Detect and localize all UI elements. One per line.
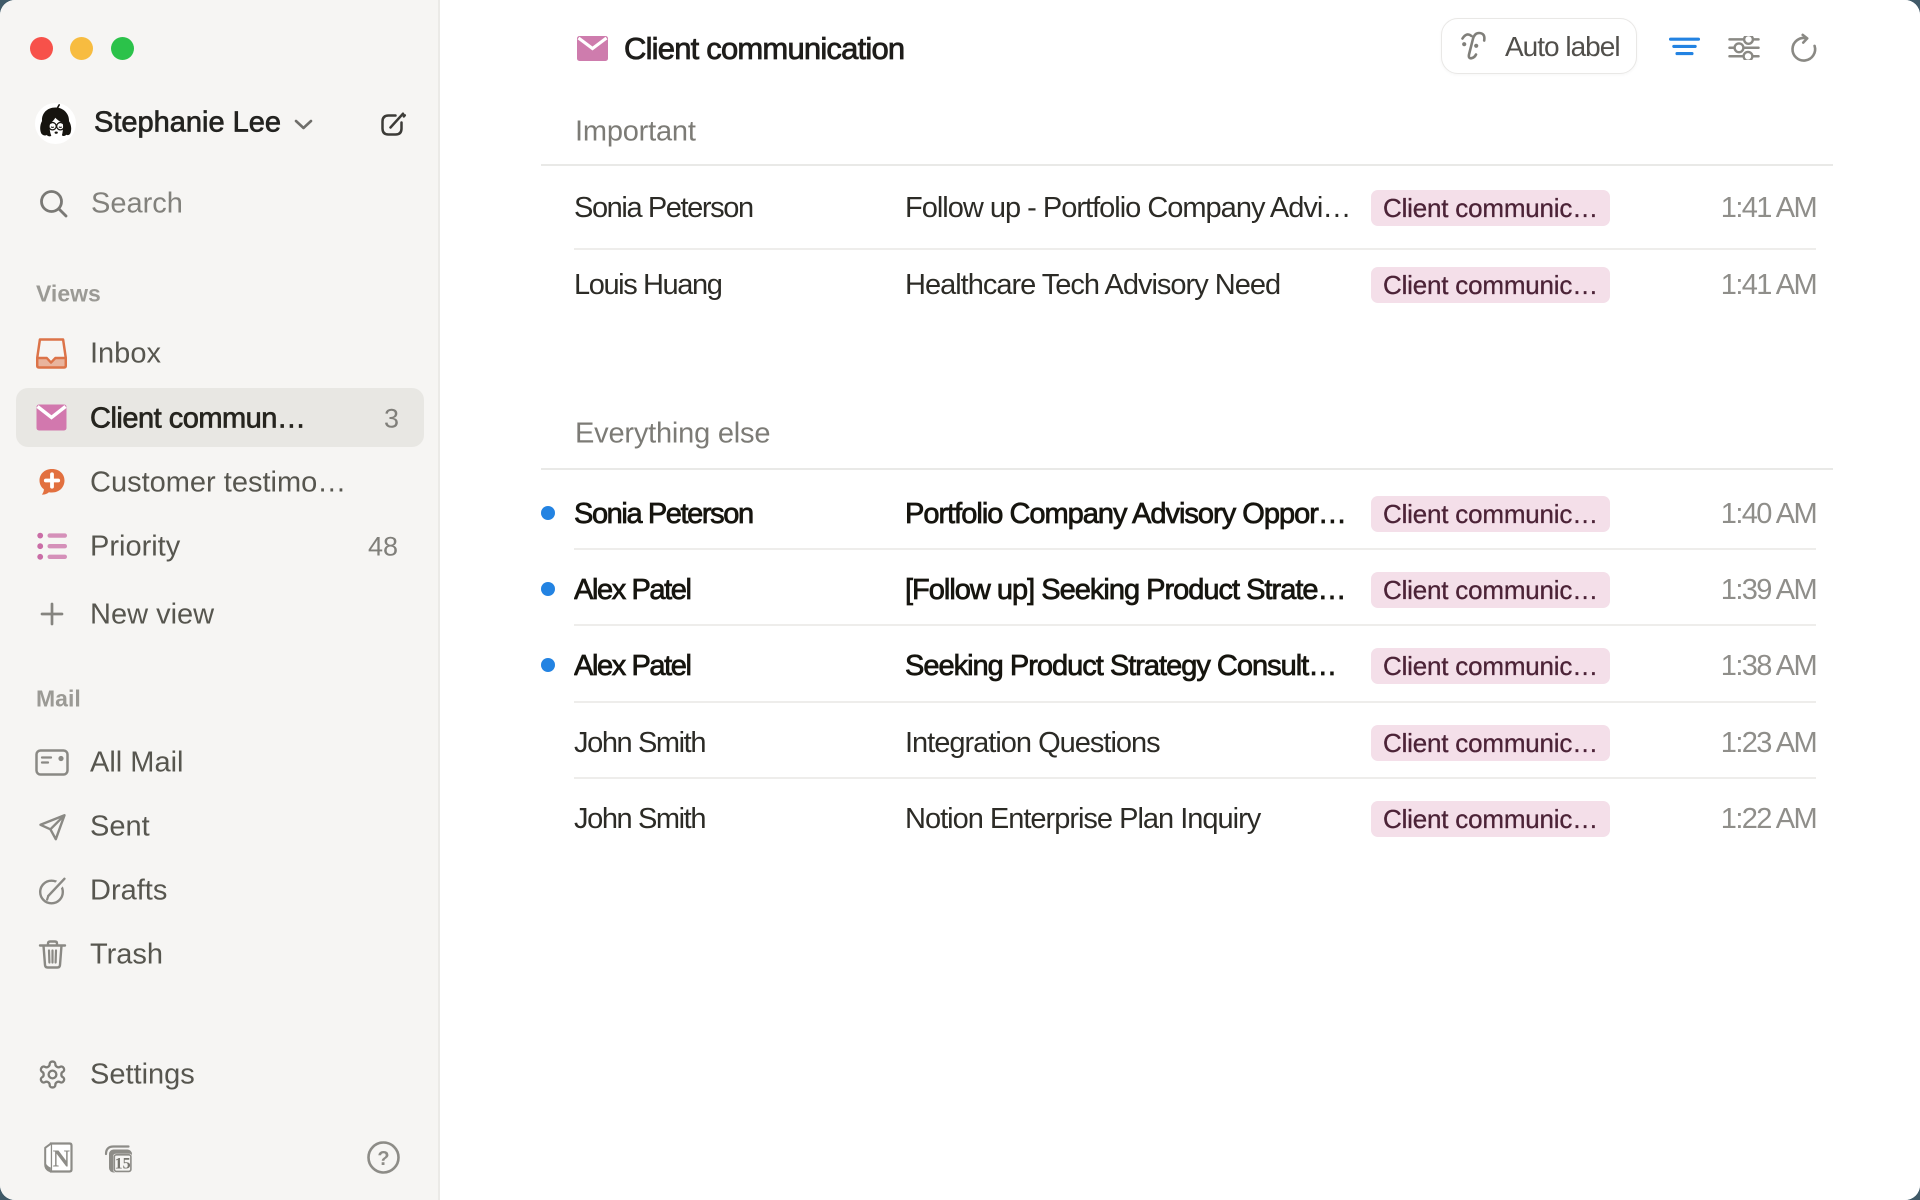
svg-text:N: N [53,1147,71,1173]
svg-text:?: ? [377,1148,389,1170]
svg-text:15: 15 [115,1155,131,1172]
